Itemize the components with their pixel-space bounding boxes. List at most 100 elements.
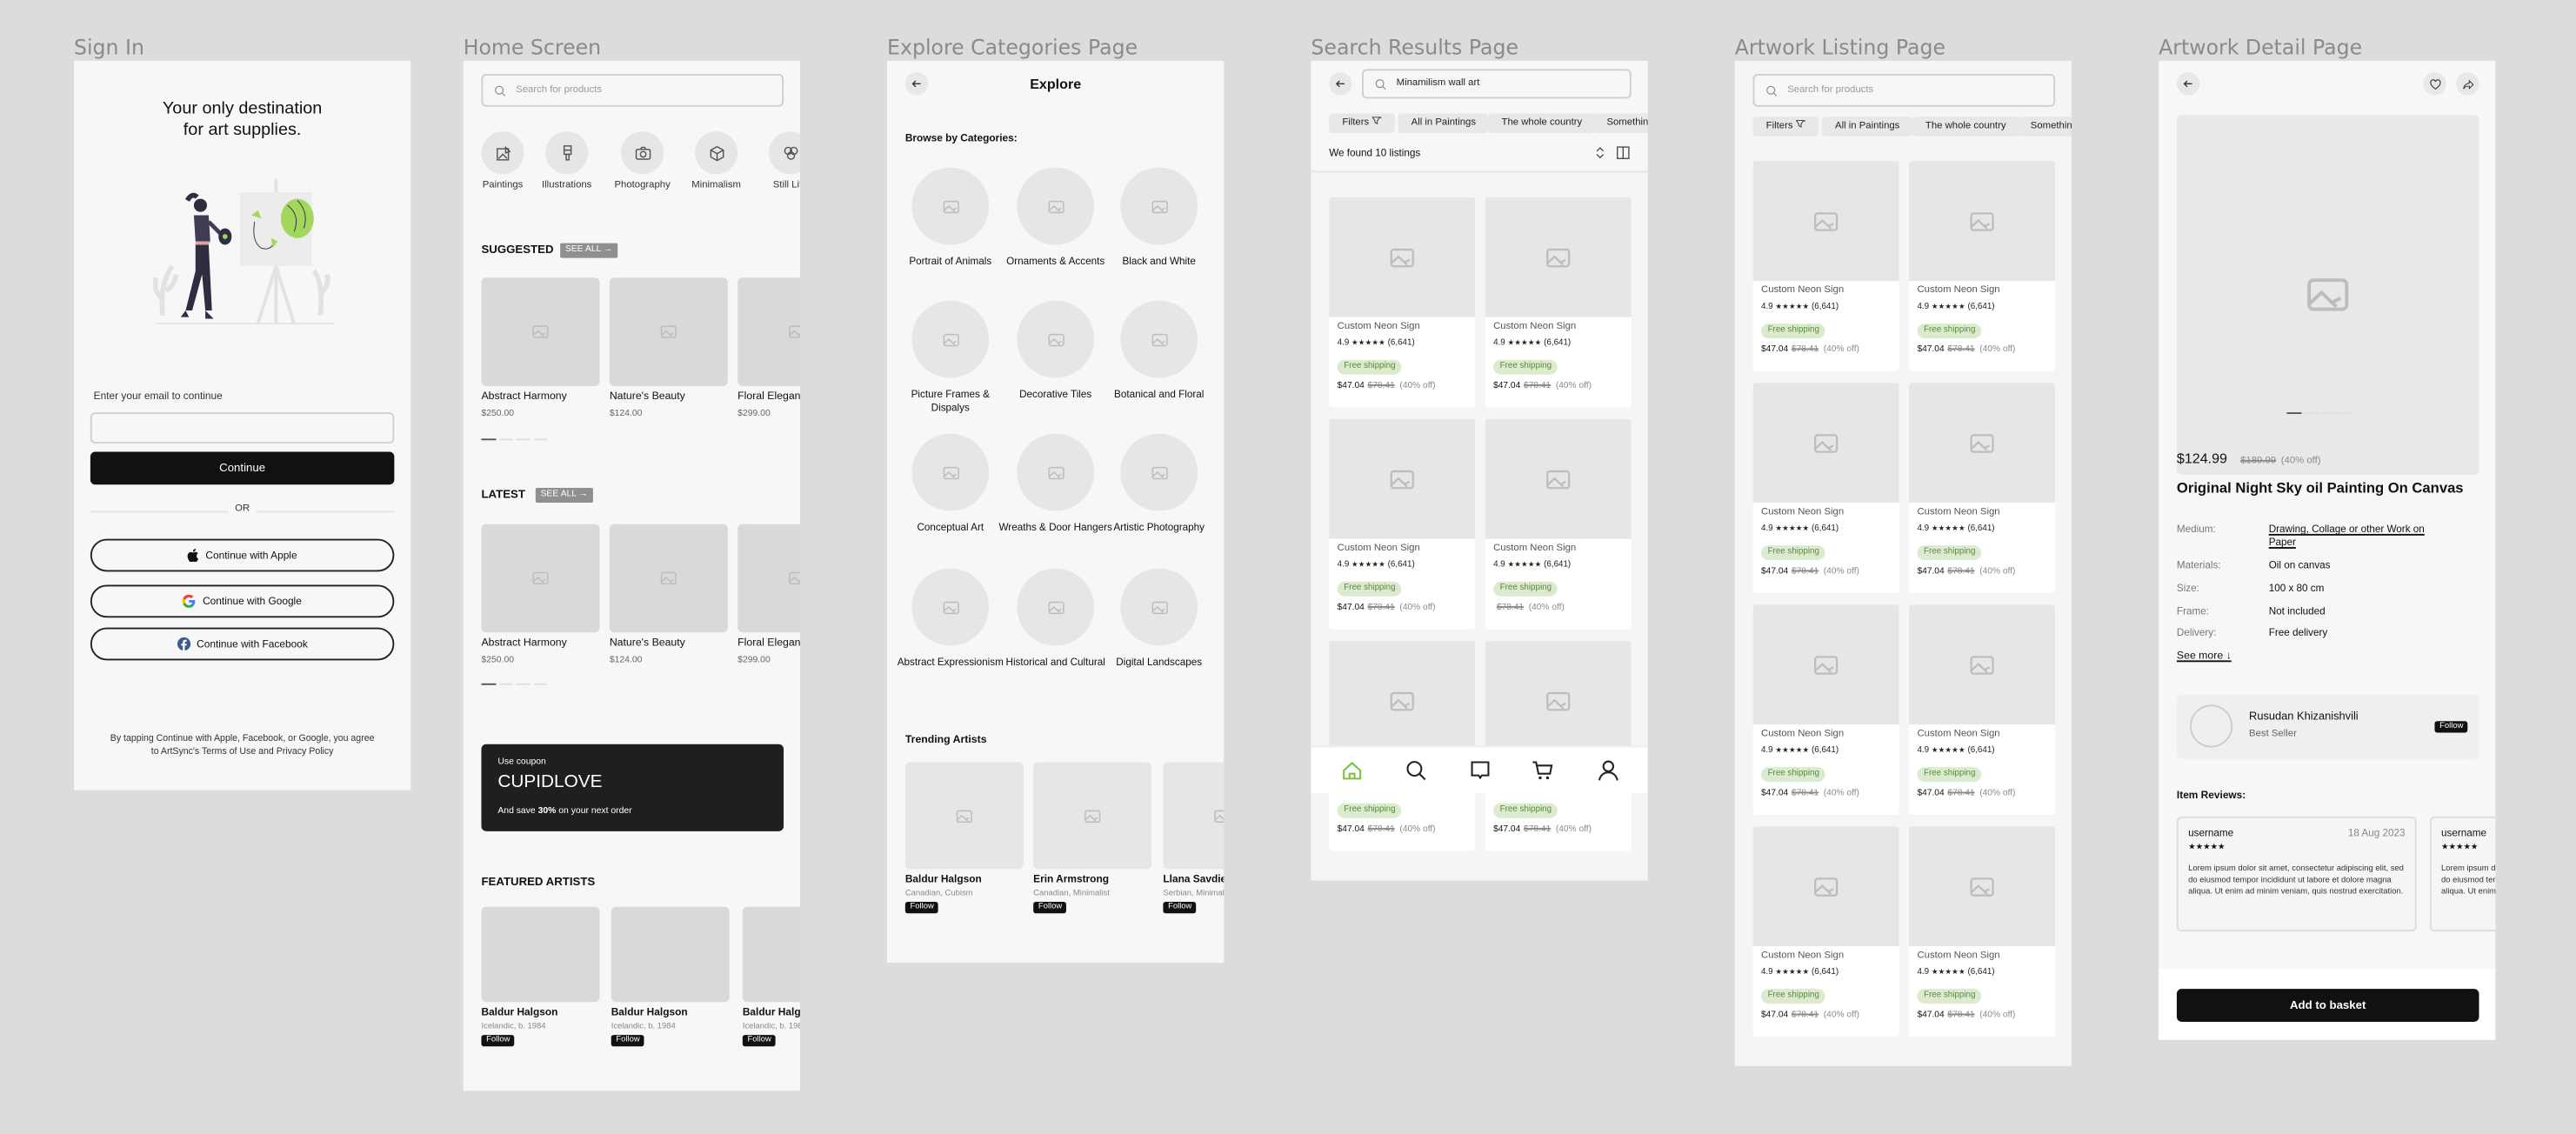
category-tile[interactable] <box>911 167 990 245</box>
email-input[interactable] <box>90 412 395 444</box>
coupon-banner[interactable]: Use coupon CUPIDLOVE And save 30% on you… <box>481 744 784 831</box>
filter-chip[interactable]: Something <box>1593 113 1648 134</box>
share-button[interactable] <box>2456 72 2479 96</box>
product-name[interactable]: Abstract Harmony <box>481 637 566 649</box>
see-more-link[interactable]: See more ↓ <box>2177 650 2232 662</box>
continue-with-facebook-button[interactable]: Continue with Facebook <box>90 627 395 661</box>
filter-chip[interactable]: Something <box>2017 117 2072 137</box>
product-image[interactable] <box>737 277 800 386</box>
search-icon[interactable] <box>1405 759 1427 782</box>
filter-chip[interactable]: All in Paintings <box>1821 117 1913 137</box>
cart-icon[interactable] <box>1532 759 1554 782</box>
category-minimalism-button[interactable] <box>695 131 738 175</box>
back-button[interactable] <box>2176 72 2200 96</box>
category-tile[interactable] <box>1017 300 1095 378</box>
add-to-basket-button[interactable]: Add to basket <box>2176 989 2479 1022</box>
product-card[interactable]: Custom Neon Sign 4.9 ★★★★★ (6,641) Free … <box>1752 826 1899 1037</box>
filter-chip[interactable]: Filters <box>1329 113 1395 134</box>
category-tile[interactable] <box>1017 167 1095 245</box>
search-input[interactable]: Search for products <box>1752 74 2056 107</box>
back-button[interactable] <box>1329 72 1352 96</box>
grid-view-icon[interactable] <box>1617 146 1630 159</box>
category-tile[interactable] <box>1120 568 1198 646</box>
filter-chip[interactable]: Filters <box>1752 117 1819 137</box>
follow-seller-button[interactable]: Follow <box>2434 721 2469 733</box>
artist-name[interactable]: Erin Armstrong <box>1033 874 1109 885</box>
continue-with-apple-button[interactable]: Continue with Apple <box>90 538 395 572</box>
user-icon[interactable] <box>1597 759 1619 782</box>
category-tile[interactable] <box>1120 167 1198 245</box>
product-card[interactable]: Custom Neon Sign 4.9 ★★★★★ (6,641) Free … <box>1752 161 1899 371</box>
follow-artist-button[interactable]: Follow <box>904 902 939 914</box>
product-card[interactable]: Custom Neon Sign 4.9 ★★★★★ (6,641) Free … <box>1909 604 2056 815</box>
product-name[interactable]: Nature's Beauty <box>610 391 685 403</box>
category-tile[interactable] <box>911 568 990 646</box>
search-input[interactable]: Search for products <box>481 74 784 107</box>
home-icon[interactable] <box>1340 759 1363 782</box>
category-tile[interactable] <box>911 300 990 378</box>
category-paintings-button[interactable] <box>481 131 524 175</box>
artwork-image[interactable] <box>2176 115 2479 475</box>
artist-image[interactable] <box>481 906 600 1003</box>
continue-with-google-button[interactable]: Continue with Google <box>90 584 395 618</box>
continue-button[interactable]: Continue <box>90 451 395 485</box>
category-tile[interactable] <box>1120 300 1198 378</box>
artist-image[interactable] <box>904 762 1024 870</box>
product-name[interactable]: Floral Elegance <box>737 637 800 649</box>
category-tile[interactable] <box>1017 568 1095 646</box>
artist-image[interactable] <box>1163 762 1225 870</box>
product-card[interactable]: Custom Neon Sign 4.9 ★★★★★ (6,641) Free … <box>1909 383 2056 593</box>
product-image[interactable] <box>737 524 800 633</box>
product-name[interactable]: Nature's Beauty <box>610 637 685 649</box>
category-photography-button[interactable] <box>621 131 664 175</box>
search-input[interactable]: Minamilism wall art <box>1361 69 1632 99</box>
artist-name[interactable]: Baldur Halgson <box>611 1007 688 1018</box>
follow-artist-button[interactable]: Follow <box>481 1035 516 1047</box>
image-carousel-dots[interactable] <box>2286 412 2353 415</box>
artist-name[interactable]: Llana Savdie <box>1163 874 1224 885</box>
product-name[interactable]: Abstract Harmony <box>481 391 566 403</box>
disclaimer-line-2[interactable]: to ArtSync's Terms of Use and Privacy Po… <box>83 746 401 759</box>
product-price: $47.04 $78.41 (40% off) <box>1338 824 1436 834</box>
spec-value[interactable]: Drawing, Collage or other Work on Paper <box>2269 524 2450 550</box>
artist-name[interactable]: Baldur Halgson <box>743 1007 800 1018</box>
filter-chip[interactable]: The whole country <box>1488 113 1596 134</box>
artist-image[interactable] <box>1033 762 1152 870</box>
filter-chip[interactable]: All in Paintings <box>1398 113 1490 134</box>
artist-name[interactable]: Baldur Halgson <box>481 1007 557 1018</box>
follow-artist-button[interactable]: Follow <box>742 1035 777 1047</box>
product-card[interactable]: Custom Neon Sign 4.9 ★★★★★ (6,641) Free … <box>1909 826 2056 1037</box>
artist-image[interactable] <box>742 906 800 1003</box>
suggested-see-all-button[interactable]: SEE ALL → <box>560 243 617 258</box>
product-card[interactable]: Custom Neon Sign 4.9 ★★★★★ (6,641) Free … <box>1909 161 2056 371</box>
artist-name[interactable]: Baldur Halgson <box>905 874 982 885</box>
sort-icon[interactable] <box>1595 146 1605 159</box>
latest-see-all-button[interactable]: SEE ALL → <box>535 488 593 504</box>
follow-artist-button[interactable]: Follow <box>1163 902 1198 914</box>
chat-icon[interactable] <box>1469 759 1492 782</box>
product-card[interactable]: Custom Neon Sign 4.9 ★★★★★ (6,641) Free … <box>1485 197 1632 408</box>
category-still-life-button[interactable] <box>769 131 800 175</box>
product-image[interactable] <box>609 277 728 386</box>
category-illustrations-button[interactable] <box>545 131 589 175</box>
favorite-button[interactable] <box>2423 72 2446 96</box>
suggested-carousel-dots[interactable] <box>481 438 548 441</box>
product-card[interactable]: Custom Neon Sign 4.9 ★★★★★ (6,641) Free … <box>1485 418 1632 630</box>
product-card[interactable]: Custom Neon Sign 4.9 ★★★★★ (6,641) Free … <box>1329 197 1476 408</box>
product-card[interactable]: Custom Neon Sign 4.9 ★★★★★ (6,641) Free … <box>1329 418 1476 630</box>
product-image[interactable] <box>481 524 600 633</box>
product-card[interactable]: Custom Neon Sign 4.9 ★★★★★ (6,641) Free … <box>1752 604 1899 815</box>
product-name[interactable]: Floral Elegance <box>737 391 800 403</box>
product-image[interactable] <box>481 277 600 386</box>
product-image[interactable] <box>609 524 728 633</box>
follow-artist-button[interactable]: Follow <box>1033 902 1067 914</box>
category-tile[interactable] <box>911 433 990 511</box>
latest-carousel-dots[interactable] <box>481 683 548 686</box>
artist-image[interactable] <box>611 906 730 1003</box>
follow-artist-button[interactable]: Follow <box>611 1035 645 1047</box>
seller-card[interactable]: Rusudan Khizanishvili Best Seller Follow <box>2176 695 2479 759</box>
product-card[interactable]: Custom Neon Sign 4.9 ★★★★★ (6,641) Free … <box>1752 383 1899 593</box>
category-tile[interactable] <box>1017 433 1095 511</box>
category-tile[interactable] <box>1120 433 1198 511</box>
filter-chip[interactable]: The whole country <box>1912 117 2019 137</box>
